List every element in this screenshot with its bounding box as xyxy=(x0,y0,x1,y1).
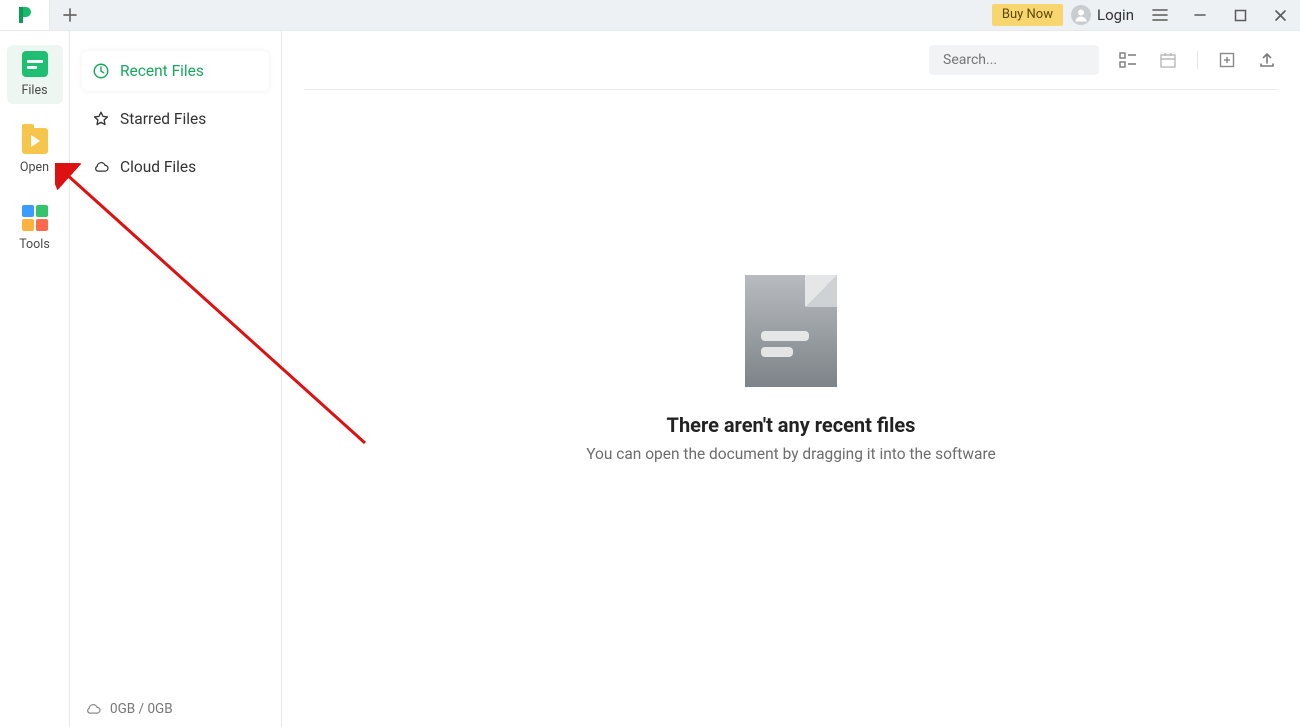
app-logo-tab[interactable] xyxy=(0,0,50,30)
star-icon xyxy=(92,110,110,128)
subnav-label: Cloud Files xyxy=(120,158,196,176)
buy-now-button[interactable]: Buy Now xyxy=(992,4,1063,26)
menu-button[interactable] xyxy=(1140,0,1180,30)
plus-icon xyxy=(63,8,77,22)
maximize-icon xyxy=(1234,9,1247,22)
empty-subtitle: You can open the document by dragging it… xyxy=(586,445,996,463)
login-button[interactable]: Login xyxy=(1071,0,1134,30)
cloud-icon xyxy=(84,702,102,716)
subnav-cloud-files[interactable]: Cloud Files xyxy=(82,147,269,187)
main-panel: There aren't any recent files You can op… xyxy=(282,31,1300,727)
subnav-label: Recent Files xyxy=(120,62,204,80)
open-folder-icon xyxy=(22,128,48,154)
cloud-icon xyxy=(92,158,110,176)
user-avatar-icon xyxy=(1071,5,1091,25)
empty-state: There aren't any recent files You can op… xyxy=(282,50,1300,687)
subnav-starred-files[interactable]: Starred Files xyxy=(82,99,269,139)
storage-text: 0GB / 0GB xyxy=(110,701,173,717)
subnav-label: Starred Files xyxy=(120,110,206,128)
tools-grid-icon xyxy=(22,205,48,231)
login-label: Login xyxy=(1097,6,1134,24)
rail-label: Open xyxy=(20,160,49,175)
empty-document-icon xyxy=(745,275,837,387)
file-subnav: Recent Files Starred Files Cloud Files 0… xyxy=(70,31,282,727)
clock-icon xyxy=(92,62,110,80)
app-logo-icon xyxy=(15,5,35,25)
minimize-icon xyxy=(1193,8,1207,22)
minimize-button[interactable] xyxy=(1180,0,1220,30)
storage-indicator: 0GB / 0GB xyxy=(84,701,173,717)
rail-item-files[interactable]: Files xyxy=(7,45,63,104)
titlebar: Buy Now Login xyxy=(0,0,1300,31)
rail-item-open[interactable]: Open xyxy=(7,122,63,181)
close-window-button[interactable] xyxy=(1260,0,1300,30)
subnav-recent-files[interactable]: Recent Files xyxy=(82,51,269,91)
left-rail: Files Open Tools xyxy=(0,31,70,727)
rail-label: Tools xyxy=(19,237,50,252)
files-icon xyxy=(22,51,48,77)
hamburger-icon xyxy=(1152,8,1168,22)
rail-item-tools[interactable]: Tools xyxy=(7,199,63,258)
close-icon xyxy=(1274,9,1287,22)
rail-label: Files xyxy=(21,83,47,98)
maximize-button[interactable] xyxy=(1220,0,1260,30)
new-tab-button[interactable] xyxy=(50,0,90,30)
empty-title: There aren't any recent files xyxy=(667,413,916,437)
